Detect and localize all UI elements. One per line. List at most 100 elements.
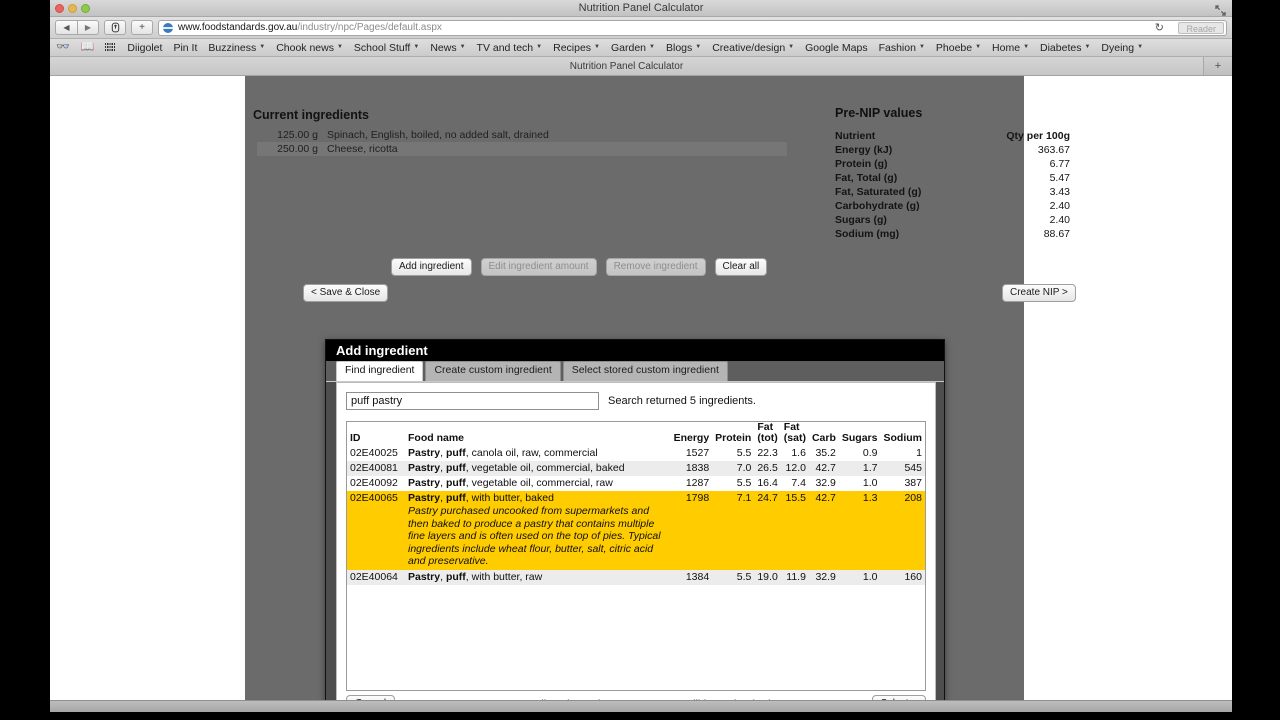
tab-nutrition-panel-calculator[interactable]: Nutrition Panel Calculator xyxy=(50,57,1204,75)
cell-fat-saturated: 1.6 xyxy=(791,447,806,459)
new-tab-button-tabbar[interactable]: + xyxy=(1204,57,1232,75)
select-button[interactable]: Select > xyxy=(871,694,926,700)
pre-nip-value: 5.47 xyxy=(1049,172,1070,184)
bookmark-diigolet[interactable]: Diigolet xyxy=(127,42,162,54)
bookmark-creative-design[interactable]: Creative/design ▼ xyxy=(712,42,794,54)
pre-nip-value: 3.43 xyxy=(1049,186,1070,198)
cell-id: 02E40025 xyxy=(350,447,398,459)
pre-nip-value: 88.67 xyxy=(1043,228,1070,240)
bookmark-home[interactable]: Home ▼ xyxy=(992,42,1029,54)
tab-select-stored-custom-ingredient[interactable]: Select stored custom ingredient xyxy=(562,361,728,381)
share-icon[interactable] xyxy=(104,20,126,35)
cell-id: 02E40081 xyxy=(347,461,405,476)
reader-button[interactable]: Reader xyxy=(1178,21,1224,34)
pre-nip-label: Fat, Total (g) xyxy=(835,172,898,184)
food-name-rest: , with butter, baked xyxy=(465,492,554,504)
chevron-down-icon: ▼ xyxy=(1084,43,1091,50)
tab-create-custom-ingredient[interactable]: Create custom ingredient xyxy=(425,361,561,381)
col-header-food-name[interactable]: Food name xyxy=(405,422,671,446)
ingredient-amount: 125.00 g xyxy=(277,129,318,141)
table-row[interactable]: 02E40092 Pastry, puff, vegetable oil, co… xyxy=(347,476,925,491)
current-ingredients-list[interactable]: 125.00 g Spinach, English, boiled, no ad… xyxy=(257,128,787,156)
bookmark-diabetes[interactable]: Diabetes ▼ xyxy=(1040,42,1090,54)
search-results-table-container[interactable]: ID Food name Energy Protein Fat (tot) Fa… xyxy=(346,421,926,691)
col-header-carb[interactable]: Carb xyxy=(808,422,839,446)
safari-browser-window: Nutrition Panel Calculator ◀ ▶ + www.foo… xyxy=(50,0,1232,700)
navigation-buttons: ◀ ▶ xyxy=(55,20,99,35)
bookmarks-book-icon[interactable]: 📖 xyxy=(81,42,95,53)
table-row[interactable]: 02E40064 Pastry, puff, with butter, raw … xyxy=(347,569,925,585)
search-input[interactable] xyxy=(346,392,599,410)
bookmark-garden[interactable]: Garden ▼ xyxy=(611,42,655,54)
ingredient-row[interactable]: 250.00 g Cheese, ricotta xyxy=(257,142,787,156)
food-name-rest: , vegetable oil, commercial, raw xyxy=(465,477,613,489)
save-and-close-button[interactable]: < Save & Close xyxy=(303,284,389,302)
col-header-fat-saturated[interactable]: Fat (sat) xyxy=(780,422,809,446)
top-sites-grid-icon[interactable] xyxy=(105,43,117,52)
bookmark-chook-news[interactable]: Chook news ▼ xyxy=(276,42,343,54)
pre-nip-value: 363.67 xyxy=(1037,144,1070,156)
tab-find-ingredient[interactable]: Find ingredient xyxy=(336,361,424,381)
cancel-button[interactable]: Cancel xyxy=(346,694,396,700)
bookmark-label: TV and tech xyxy=(476,41,534,54)
bookmark-dyeing[interactable]: Dyeing ▼ xyxy=(1101,42,1143,54)
cell-fat-saturated: 12.0 xyxy=(780,461,809,476)
cell-id: 02E40065 xyxy=(347,491,405,570)
food-name-bold-1: Pastry xyxy=(408,447,441,459)
bookmark-fashion[interactable]: Fashion ▼ xyxy=(879,42,925,54)
back-arrow-icon[interactable]: ◀ xyxy=(55,20,77,35)
pre-nip-label: Sugars (g) xyxy=(835,214,887,226)
address-bar[interactable]: www.foodstandards.gov.au/industry/npc/Pa… xyxy=(158,19,1227,36)
col-header-sodium[interactable]: Sodium xyxy=(880,422,925,446)
chevron-down-icon: ▼ xyxy=(594,43,600,50)
fullscreen-icon[interactable] xyxy=(1215,3,1226,16)
search-row: Search returned 5 ingredients. xyxy=(346,392,926,410)
bookmark-school-stuff[interactable]: School Stuff ▼ xyxy=(354,42,419,54)
pre-nip-row: Sodium (mg) 88.67 xyxy=(835,227,1070,241)
pre-nip-row: Sugars (g) 2.40 xyxy=(835,213,1070,227)
url-domain: www.foodstandards.gov.au xyxy=(178,22,298,33)
cell-food-name: Pastry, puff, with butter, baked Pastry p… xyxy=(405,491,671,570)
bookmark-tv-and-tech[interactable]: TV and tech ▼ xyxy=(477,42,543,54)
reading-list-glasses-icon[interactable]: 👓 xyxy=(56,42,70,53)
bookmark-label: News xyxy=(430,41,457,54)
bookmark-pin-it[interactable]: Pin It xyxy=(173,42,197,54)
bookmark-blogs[interactable]: Blogs ▼ xyxy=(666,42,701,54)
forward-arrow-icon[interactable]: ▶ xyxy=(77,20,99,35)
col-header-id[interactable]: ID xyxy=(347,422,405,446)
dialog-tab-strip: Find ingredient Create custom ingredient… xyxy=(326,361,944,382)
chevron-down-icon: ▼ xyxy=(536,43,543,50)
cell-sugars: 1.3 xyxy=(838,491,881,570)
cell-sugars: 0.9 xyxy=(862,447,878,459)
bookmark-label: Dyeing xyxy=(1101,41,1135,54)
cell-carb: 32.9 xyxy=(808,569,839,585)
pre-nip-col-qty: Qty per 100g xyxy=(1006,130,1070,142)
table-row[interactable]: 02E40081 Pastry, puff, vegetable oil, co… xyxy=(347,461,925,476)
col-header-energy[interactable]: Energy xyxy=(670,422,713,446)
table-row-selected[interactable]: 02E40065 Pastry, puff, with butter, bake… xyxy=(347,491,925,570)
table-row[interactable]: 02E40025 Pastry, puff, canola oil, raw, … xyxy=(347,446,925,461)
col-header-sugars[interactable]: Sugars xyxy=(838,422,881,446)
bookmark-recipes[interactable]: Recipes ▼ xyxy=(553,42,600,54)
dialog-title: Add ingredient xyxy=(336,343,428,358)
col-header-protein[interactable]: Protein xyxy=(712,422,755,446)
bookmark-phoebe[interactable]: Phoebe ▼ xyxy=(936,42,981,54)
add-ingredient-button[interactable]: Add ingredient xyxy=(391,258,472,276)
cell-food-name: Pastry, puff, canola oil, raw, commercia… xyxy=(405,446,671,461)
create-nip-button[interactable]: Create NIP > xyxy=(1002,284,1076,302)
food-name-bold-2: puff xyxy=(445,477,466,489)
new-tab-button[interactable]: + xyxy=(131,20,153,35)
bookmark-buzziness[interactable]: Buzziness ▼ xyxy=(208,42,265,54)
pre-nip-row: Energy (kJ) 363.67 xyxy=(835,143,1070,157)
clear-all-button[interactable]: Clear all xyxy=(714,258,768,276)
reload-icon[interactable]: ↻ xyxy=(1155,21,1164,34)
bookmark-google-maps[interactable]: Google Maps xyxy=(805,42,867,54)
chevron-down-icon: ▼ xyxy=(975,43,982,50)
bookmark-news[interactable]: News ▼ xyxy=(430,42,465,54)
ingredient-row[interactable]: 125.00 g Spinach, English, boiled, no ad… xyxy=(257,128,787,142)
cell-energy: 1527 xyxy=(685,447,710,459)
cell-fat-total: 24.7 xyxy=(754,491,781,570)
window-title: Nutrition Panel Calculator xyxy=(578,2,704,14)
col-header-fat-total[interactable]: Fat (tot) xyxy=(754,422,781,446)
bookmark-label: Chook news xyxy=(276,41,334,54)
